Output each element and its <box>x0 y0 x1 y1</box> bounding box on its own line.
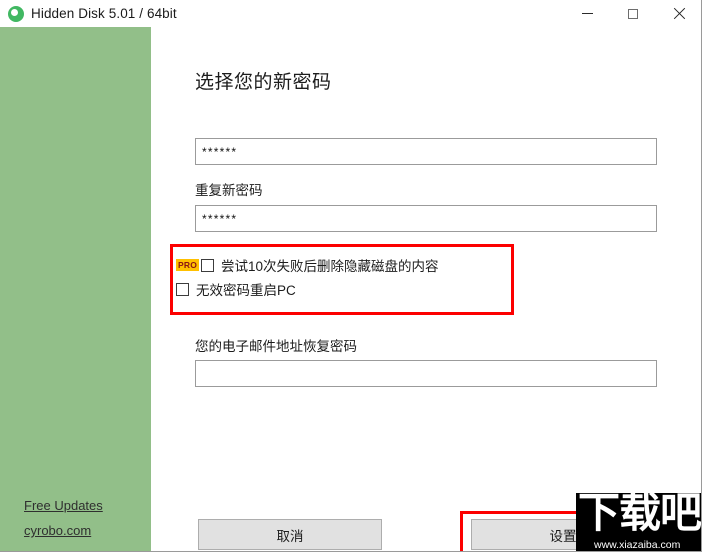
app-logo-icon <box>8 5 24 22</box>
minimize-icon <box>581 13 593 14</box>
sidebar-link-cyrobo[interactable]: cyrobo.com <box>24 523 144 538</box>
title-bar: Hidden Disk 5.01 / 64bit <box>0 0 701 27</box>
recovery-email-input[interactable] <box>195 360 657 387</box>
checkbox-reboot-on-invalid-password[interactable] <box>176 282 189 296</box>
repeat-password-label: 重复新密码 <box>195 183 263 198</box>
option-row-wipe-after-failures[interactable]: PRO 尝试10次失败后删除隐藏磁盘的内容 <box>176 255 439 275</box>
sidebar-links: Free Updates cyrobo.com <box>24 498 144 538</box>
sidebar-link-free-updates[interactable]: Free Updates <box>24 498 144 513</box>
option-label-wipe-after-failures: 尝试10次失败后删除隐藏磁盘的内容 <box>221 259 439 274</box>
application-window: Hidden Disk 5.01 / 64bit Free Updates cy… <box>0 0 702 552</box>
checkbox-wipe-after-failures[interactable] <box>201 258 215 272</box>
new-password-input[interactable] <box>195 138 657 165</box>
window-title: Hidden Disk 5.01 / 64bit <box>31 6 177 21</box>
watermark-text: 下载吧 <box>578 493 702 537</box>
option-row-reboot-on-invalid-password[interactable]: 无效密码重启PC <box>176 279 296 299</box>
watermark-url: www.xiazaiba.com <box>594 539 681 551</box>
repeat-password-input[interactable] <box>195 205 657 232</box>
close-button[interactable] <box>656 0 701 27</box>
minimize-button[interactable] <box>564 0 610 27</box>
watermark: 下载吧 www.xiazaiba.com <box>576 493 702 551</box>
window-controls <box>564 0 701 27</box>
maximize-icon <box>628 8 638 19</box>
close-icon <box>673 7 686 20</box>
cancel-button[interactable]: 取消 <box>198 519 382 550</box>
recovery-email-label: 您的电子邮件地址恢复密码 <box>195 339 357 354</box>
pro-badge: PRO <box>176 259 200 271</box>
page-title: 选择您的新密码 <box>195 72 332 93</box>
sidebar: Free Updates cyrobo.com <box>0 27 151 551</box>
maximize-button[interactable] <box>610 0 656 27</box>
main-content: 选择您的新密码 重复新密码 PRO 尝试10次失败后删除隐藏磁盘的内容 无效密码… <box>151 27 701 551</box>
option-label-reboot-on-invalid-password: 无效密码重启PC <box>196 283 296 298</box>
